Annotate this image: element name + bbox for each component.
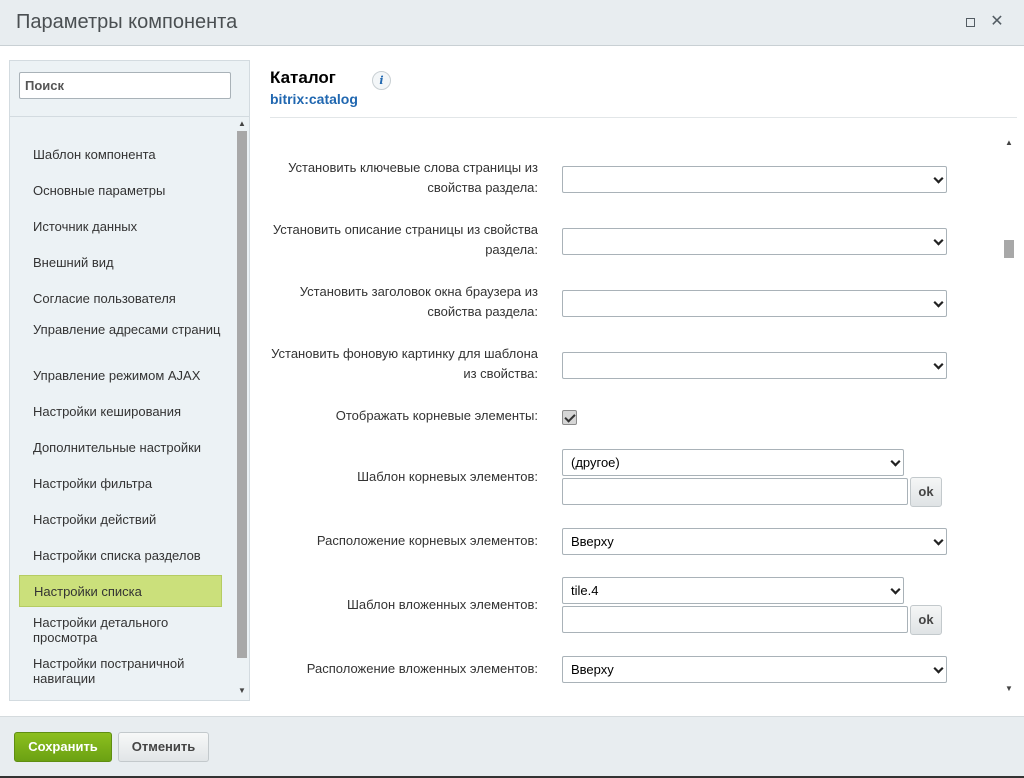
root-template-ok-button[interactable]: ok	[910, 477, 942, 507]
scroll-down-arrow-icon[interactable]: ▼	[1004, 684, 1014, 693]
sidebar-item-section-list[interactable]: Настройки списка разделов	[19, 548, 222, 563]
sidebar-scroll-thumb[interactable]	[237, 131, 247, 658]
sidebar-item-filter[interactable]: Настройки фильтра	[19, 476, 222, 491]
maximize-icon[interactable]	[962, 14, 978, 30]
component-code: bitrix:catalog	[270, 91, 358, 107]
chevron-down-icon	[933, 297, 944, 308]
nested-position-select-chevron	[562, 656, 947, 683]
sidebar-item-url-management[interactable]: Управление адресами страниц	[19, 322, 222, 337]
sidebar-item-pagination[interactable]: Настройки постраничной навигации	[19, 656, 222, 686]
field-label-keywords: Установить ключевые слова страницы из св…	[288, 160, 538, 195]
save-button[interactable]: Сохранить	[14, 732, 112, 762]
cancel-button[interactable]: Отменить	[118, 732, 209, 762]
field-label-root-template: Шаблон корневых элементов:	[357, 469, 538, 484]
show-root-checkbox[interactable]	[562, 410, 577, 425]
sidebar-item-template[interactable]: Шаблон компонента	[19, 147, 222, 162]
root-position-select-chevron	[562, 528, 947, 555]
main-scroll-thumb[interactable]	[1004, 240, 1014, 258]
chevron-down-icon	[933, 235, 944, 246]
sidebar-item-detail-view[interactable]: Настройки детального просмотра	[19, 615, 222, 645]
header-divider	[270, 117, 1017, 118]
field-label-description: Установить описание страницы из свойства…	[272, 222, 538, 257]
chevron-down-icon	[890, 584, 901, 595]
scroll-down-arrow-icon[interactable]: ▼	[237, 686, 247, 695]
component-title: Каталог	[270, 68, 336, 87]
sidebar-item-actions[interactable]: Настройки действий	[19, 512, 222, 527]
scroll-up-arrow-icon[interactable]: ▲	[237, 119, 247, 128]
field-label-show-root: Отображать корневые элементы:	[335, 408, 538, 423]
sidebar-divider	[10, 116, 249, 117]
close-icon[interactable]: ✕	[989, 14, 1005, 30]
sidebar-item-main-params[interactable]: Основные параметры	[19, 183, 222, 198]
chevron-down-icon	[933, 173, 944, 184]
root-template-select-chevron	[562, 449, 904, 476]
sidebar-item-data-source[interactable]: Источник данных	[19, 219, 222, 234]
sidebar-item-user-consent[interactable]: Согласие пользователя	[19, 291, 222, 306]
title-bar: Параметры компонента ✕	[0, 0, 1024, 46]
root-template-input[interactable]	[562, 478, 908, 505]
info-icon[interactable]: i	[372, 71, 391, 90]
chevron-down-icon	[933, 535, 944, 546]
browser-title-select-chevron	[562, 290, 947, 317]
nested-template-ok-button[interactable]: ok	[910, 605, 942, 635]
sidebar-item-list-settings[interactable]: Настройки списка	[19, 575, 222, 607]
scroll-up-arrow-icon[interactable]: ▲	[1004, 138, 1014, 147]
field-label-nested-position: Расположение вложенных элементов:	[306, 661, 538, 676]
nested-template-select-chevron	[562, 577, 904, 604]
chevron-down-icon	[890, 456, 901, 467]
chevron-down-icon	[933, 359, 944, 370]
description-select-chevron	[562, 228, 947, 255]
sidebar-item-caching[interactable]: Настройки кеширования	[19, 404, 222, 419]
field-label-background-image: Установить фоновую картинку для шаблона …	[271, 346, 538, 381]
sidebar-scrollbar[interactable]: ▲ ▼	[235, 119, 247, 697]
nested-template-input[interactable]	[562, 606, 908, 633]
sidebar: Шаблон компонента Основные параметры Ист…	[9, 60, 250, 701]
background-image-select-chevron	[562, 352, 947, 379]
footer: Сохранить Отменить	[0, 716, 1024, 778]
field-label-root-position: Расположение корневых элементов:	[316, 533, 538, 548]
sidebar-item-appearance[interactable]: Внешний вид	[19, 255, 222, 270]
main-scrollbar[interactable]: ▲ ▼	[1002, 136, 1014, 698]
window-title: Параметры компонента	[16, 11, 238, 33]
chevron-down-icon	[933, 663, 944, 674]
sidebar-item-ajax-mode[interactable]: Управление режимом AJAX	[19, 368, 222, 383]
field-label-nested-template: Шаблон вложенных элементов:	[347, 597, 538, 612]
search-input[interactable]	[19, 72, 231, 99]
field-label-browser-title: Установить заголовок окна браузера из св…	[299, 284, 538, 319]
sidebar-item-additional[interactable]: Дополнительные настройки	[19, 440, 222, 455]
keywords-select-chevron	[562, 166, 947, 193]
